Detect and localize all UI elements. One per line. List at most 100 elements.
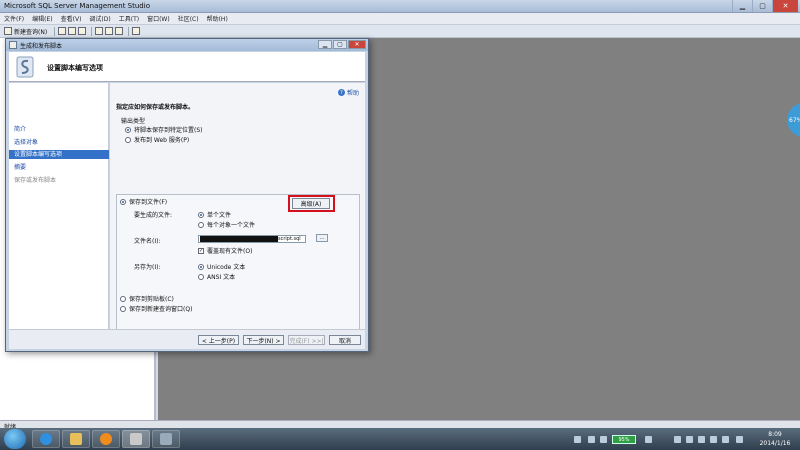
help-icon: ? — [337, 89, 345, 96]
taskbar-app[interactable] — [152, 430, 180, 448]
folder-icon — [70, 433, 82, 445]
radio-save-to-location[interactable]: 将脚本保存到特定位置(S) — [125, 125, 203, 134]
radio-dot — [198, 273, 204, 280]
tray-drive-icon[interactable] — [600, 436, 607, 443]
tray-shield-icon[interactable] — [686, 436, 693, 443]
radio-dot — [198, 221, 204, 228]
filename-label: 文件名(I): — [134, 238, 161, 245]
radio-ansi[interactable]: ANSI 文本 — [198, 272, 235, 281]
menu-file[interactable]: 文件(F) — [4, 14, 24, 23]
menu-edit[interactable]: 编辑(E) — [32, 14, 52, 23]
redacted-path — [200, 236, 278, 242]
menu-tools[interactable]: 工具(T) — [119, 14, 139, 23]
wizard-content: ? 帮助 指定应如何保存或发布脚本。 输出类型 将脚本保存到特定位置(S) 发布… — [110, 83, 365, 349]
cut-icon[interactable] — [95, 27, 104, 35]
menu-debug[interactable]: 调试(D) — [89, 14, 110, 23]
new-query-button[interactable]: 新建查询(N) — [4, 27, 47, 36]
taskbar-ssms[interactable] — [122, 430, 150, 448]
toolbar-separator — [128, 26, 130, 36]
tray-volume-icon[interactable] — [736, 436, 743, 443]
close-button[interactable]: ✕ — [772, 0, 798, 12]
radio-unicode[interactable]: Unicode 文本 — [198, 262, 245, 271]
activity-monitor-icon[interactable] — [132, 27, 141, 35]
files-to-generate-label: 要生成的文件: — [134, 212, 173, 219]
maximize-button[interactable]: ▢ — [752, 0, 772, 12]
dialog-footer: < 上一步(P) 下一步(N) > 完成(F) >>| 取消 — [9, 329, 365, 349]
menu-bar: 文件(F) 编辑(E) 查看(V) 调试(D) 工具(T) 窗口(W) 社区(C… — [0, 13, 800, 25]
ssms-title: Microsoft SQL Server Management Studio — [4, 2, 150, 10]
radio-dot — [120, 198, 126, 205]
browse-button[interactable]: ... — [316, 234, 328, 242]
overwrite-checkbox[interactable]: ✓ 覆盖现有文件(O) — [198, 246, 252, 255]
radio-save-to-query-window[interactable]: 保存到新建查询窗口(Q) — [120, 304, 192, 313]
tray-help-icon[interactable] — [588, 436, 595, 443]
radio-publish-web[interactable]: 发布到 Web 服务(P) — [125, 135, 189, 144]
radio-dot — [120, 305, 126, 312]
taskbar-clock[interactable]: 8:09 2014/1/16 — [752, 430, 798, 448]
taskbar-explorer[interactable] — [62, 430, 90, 448]
app-icon — [160, 433, 172, 445]
copy-icon[interactable] — [105, 27, 114, 35]
radio-single-file[interactable]: 单个文件 — [198, 210, 231, 219]
tray-sync-icon[interactable] — [698, 436, 705, 443]
media-player-icon — [100, 433, 112, 445]
radio-label: 发布到 Web 服务(P) — [134, 137, 190, 144]
tray-security-icon[interactable] — [710, 436, 717, 443]
ssms-title-bar: Microsoft SQL Server Management Studio ▁… — [0, 0, 800, 13]
paste-icon[interactable] — [115, 27, 124, 35]
battery-indicator[interactable]: 95% — [612, 435, 636, 444]
nav-item-intro[interactable]: 简介 — [9, 125, 109, 134]
ssms-icon — [130, 433, 142, 445]
menu-community[interactable]: 社区(C) — [178, 14, 199, 23]
toolbar-separator — [91, 26, 93, 36]
nav-item-summary[interactable]: 摘要 — [9, 163, 109, 172]
dialog-close-button[interactable]: ✕ — [348, 40, 366, 49]
tray-keyboard-icon[interactable] — [645, 436, 652, 443]
radio-file-per-object[interactable]: 每个对象一个文件 — [198, 220, 255, 229]
dialog-title: 生成和发布脚本 — [20, 43, 63, 50]
minimize-button[interactable]: ▁ — [732, 0, 752, 12]
window-controls: ▁ ▢ ✕ — [732, 0, 798, 13]
menu-view[interactable]: 查看(V) — [61, 14, 82, 23]
filename-input[interactable]: script.sql — [198, 235, 306, 243]
taskbar-media-player[interactable] — [92, 430, 120, 448]
radio-dot — [198, 263, 204, 270]
highlight-box — [288, 195, 335, 212]
radio-save-to-file[interactable]: 保存到文件(F) — [120, 197, 167, 206]
previous-button[interactable]: < 上一步(P) — [198, 335, 239, 345]
checkbox-label: 覆盖现有文件(O) — [207, 248, 253, 255]
start-button[interactable] — [4, 429, 26, 449]
save-icon[interactable] — [68, 27, 77, 35]
wizard-nav: 简介 选择对象 设置脚本编写选项 摘要 保存或发布脚本 — [9, 83, 109, 349]
radio-dot — [125, 136, 131, 143]
radio-label: 保存到剪贴板(C) — [129, 296, 174, 303]
radio-label: 单个文件 — [207, 212, 232, 219]
dialog-title-bar: 生成和发布脚本 ▁ ▢ ✕ — [6, 39, 368, 51]
nav-item-scripting-options[interactable]: 设置脚本编写选项 — [9, 150, 109, 159]
nav-item-choose-objects[interactable]: 选择对象 — [9, 138, 109, 147]
new-query-icon — [4, 27, 12, 35]
filename-value: script.sql — [278, 236, 301, 242]
script-wizard-icon — [16, 56, 34, 78]
save-all-icon[interactable] — [78, 27, 87, 35]
next-button[interactable]: 下一步(N) > — [243, 335, 284, 345]
radio-dot — [120, 295, 126, 302]
dialog-window-controls: ▁ ▢ ✕ — [317, 40, 366, 49]
dialog-maximize-button[interactable]: ▢ — [333, 40, 347, 49]
help-link[interactable]: ? 帮助 — [337, 88, 359, 97]
tray-wifi-icon[interactable] — [722, 436, 729, 443]
menu-help[interactable]: 帮助(H) — [207, 14, 228, 23]
radio-save-to-clipboard[interactable]: 保存到剪贴板(C) — [120, 294, 174, 303]
nav-item-save-or-publish: 保存或发布脚本 — [14, 177, 57, 184]
radio-label: ANSI 文本 — [207, 274, 236, 281]
radio-dot — [125, 126, 131, 133]
open-file-icon[interactable] — [58, 27, 67, 35]
toolbar: 新建查询(N) — [0, 25, 800, 38]
taskbar-ie[interactable] — [32, 430, 60, 448]
menu-window[interactable]: 窗口(W) — [147, 14, 170, 23]
radio-dot — [198, 211, 204, 218]
tray-flag-icon[interactable] — [674, 436, 681, 443]
dialog-minimize-button[interactable]: ▁ — [318, 40, 332, 49]
tray-network-icon[interactable] — [574, 436, 581, 443]
cancel-button[interactable]: 取消 — [329, 335, 361, 345]
